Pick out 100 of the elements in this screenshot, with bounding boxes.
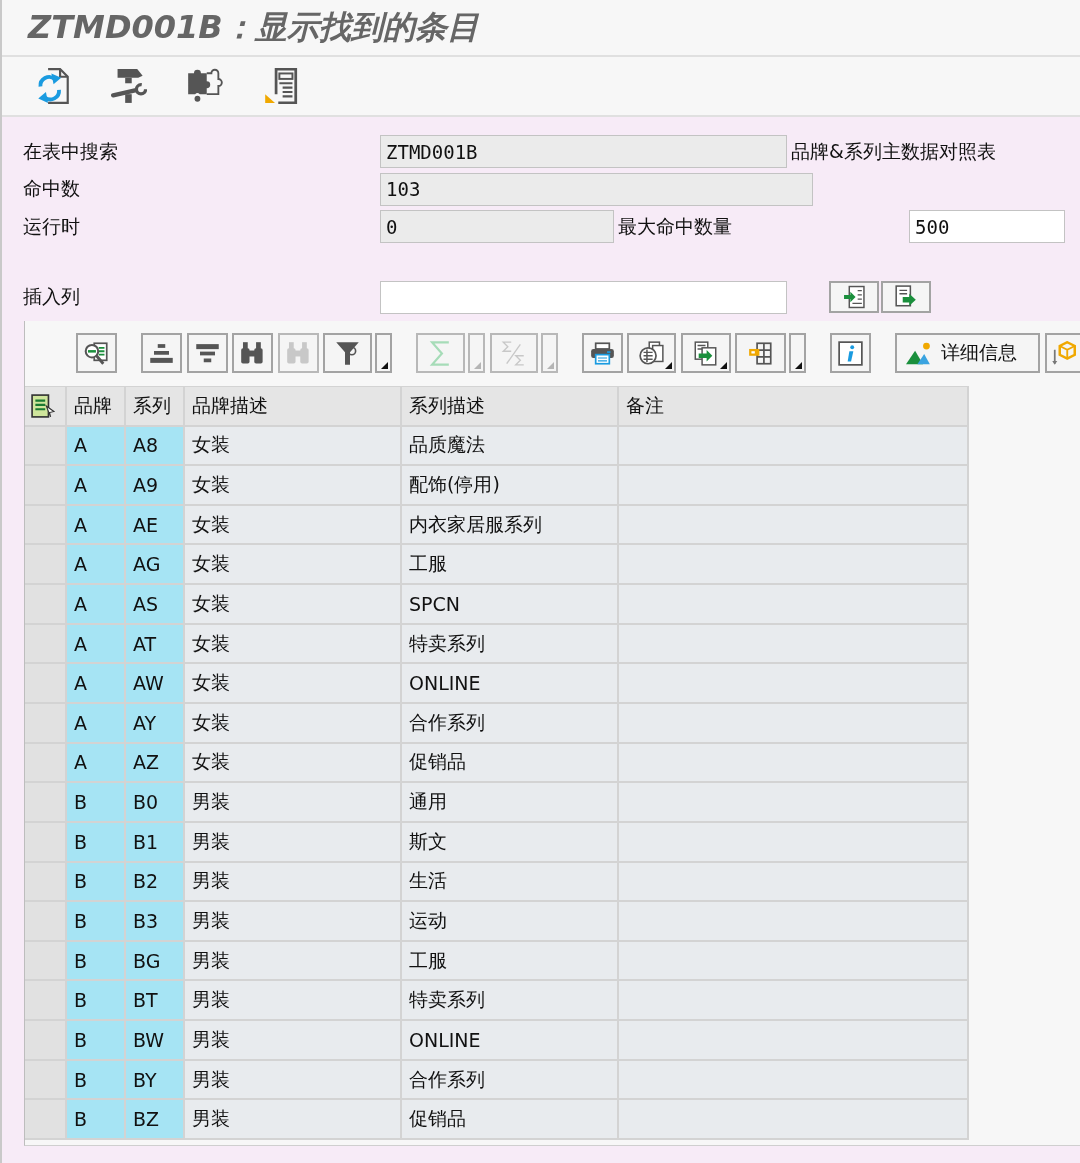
max-hits-field[interactable]: 500 — [909, 210, 1065, 243]
table-cell: SPCN — [402, 585, 619, 625]
table-cell: 品质魔法 — [402, 426, 619, 467]
field-label: 在表中搜索 — [23, 138, 119, 164]
table-cell: 促销品 — [402, 743, 619, 784]
row-selector[interactable] — [25, 466, 67, 506]
table-cell: AZ — [126, 743, 185, 784]
table-cell: 女装 — [185, 743, 402, 784]
table-cell: 女装 — [185, 466, 402, 506]
dropdown-button[interactable] — [789, 333, 806, 373]
table-cell: B — [67, 902, 126, 942]
column-header[interactable]: 系列描述 — [402, 385, 619, 427]
row-selector[interactable] — [25, 1021, 67, 1061]
field-label: 命中数 — [23, 176, 81, 201]
row-selector[interactable] — [25, 902, 67, 942]
document-button[interactable] — [263, 68, 299, 104]
refresh-button[interactable] — [35, 68, 71, 104]
find-button[interactable] — [232, 333, 273, 373]
sort-ascending-button[interactable] — [141, 333, 182, 373]
table-cell: AE — [126, 505, 185, 546]
arrow-hexagon-button[interactable] — [1044, 333, 1080, 373]
view-switch-icon — [639, 340, 664, 366]
table-cell: 女装 — [185, 505, 402, 546]
table-cell: BW — [126, 1021, 185, 1061]
layout-button[interactable] — [735, 333, 786, 373]
table-cell: 女装 — [185, 624, 402, 665]
arrow-in-button[interactable] — [829, 281, 879, 313]
table-cell: 合作系列 — [402, 1060, 619, 1101]
table-cell: 配饰(停用) — [402, 466, 619, 506]
puzzle-button[interactable] — [187, 68, 223, 104]
table-cell: 工服 — [402, 545, 619, 586]
row-selector[interactable] — [25, 1100, 67, 1141]
table-cell: 男装 — [185, 822, 402, 863]
print-button[interactable] — [581, 333, 623, 373]
row-selector[interactable] — [25, 783, 67, 823]
column-header[interactable]: 品牌描述 — [185, 385, 402, 427]
column-header[interactable]: 系列 — [126, 385, 185, 427]
details-button[interactable]: 详细信息 — [895, 333, 1040, 373]
mountains-icon — [906, 340, 931, 366]
row-selector[interactable] — [25, 862, 67, 903]
field-label: 最大命中数量 — [618, 213, 732, 239]
table-cell: ONLINE — [402, 1021, 619, 1061]
table-cell: A — [67, 664, 126, 704]
row-selector[interactable] — [25, 505, 67, 546]
magnifier-list-icon — [84, 340, 109, 366]
sort-descending-button[interactable] — [186, 333, 228, 373]
table-cell: 男装 — [185, 981, 402, 1022]
row-selector[interactable] — [25, 822, 67, 863]
dropdown-button[interactable] — [375, 333, 392, 373]
table-cell: B — [67, 941, 126, 982]
puzzle-icon — [187, 68, 223, 104]
row-selector[interactable] — [25, 664, 67, 704]
binoculars-icon — [240, 340, 265, 366]
row-selector[interactable] — [25, 545, 67, 586]
table-cell: 男装 — [185, 862, 402, 903]
row-selector[interactable] — [25, 941, 67, 982]
row-selector[interactable] — [25, 624, 67, 665]
row-selector[interactable] — [25, 704, 67, 744]
table-cell: 生活 — [402, 862, 619, 903]
runtime-field: 0 — [380, 210, 614, 243]
document-icon — [263, 68, 299, 104]
column-list-icon — [31, 392, 55, 419]
export-button[interactable] — [680, 333, 731, 373]
table-cell: B0 — [126, 783, 185, 823]
select-all-button[interactable] — [25, 385, 67, 427]
window-title: ZTMD001B：显示找到的条目 — [28, 6, 479, 48]
row-selector[interactable] — [25, 585, 67, 625]
table-cell: 通用 — [402, 783, 619, 823]
info-button[interactable] — [830, 333, 871, 373]
arrow-out-button[interactable] — [881, 281, 931, 313]
table-cell: A — [67, 466, 126, 506]
row-selector[interactable] — [25, 743, 67, 784]
table-cell: 女装 — [185, 426, 402, 467]
views-button[interactable] — [627, 333, 676, 373]
table-cell: 女装 — [185, 545, 402, 586]
field-label: 插入列 — [23, 284, 81, 309]
printer-icon — [589, 340, 615, 366]
tools-button[interactable] — [111, 68, 147, 104]
table-cell: BY — [126, 1060, 185, 1101]
column-header[interactable]: 备注 — [619, 385, 969, 427]
insert-column-field[interactable] — [380, 280, 787, 314]
filter-button[interactable] — [323, 333, 372, 373]
table-cell: A — [67, 585, 126, 625]
table-cell: B1 — [126, 822, 185, 863]
table-cell: B2 — [126, 862, 185, 903]
table-cell: 女装 — [185, 704, 402, 744]
column-layout-icon — [748, 340, 773, 366]
column-header[interactable]: 品牌 — [67, 385, 126, 427]
detail-button[interactable] — [76, 333, 117, 373]
row-selector[interactable] — [25, 981, 67, 1022]
table-cell: 女装 — [185, 585, 402, 625]
table-cell: ONLINE — [402, 664, 619, 704]
table-cell: AG — [126, 545, 185, 586]
table-cell: 斯文 — [402, 822, 619, 863]
refresh-icon — [35, 68, 71, 104]
table-cell: B — [67, 1060, 126, 1101]
table-cell: 工服 — [402, 941, 619, 982]
row-selector[interactable] — [25, 1060, 67, 1101]
document-arrow-icon — [843, 285, 865, 309]
binoculars-plus-icon — [285, 340, 311, 366]
